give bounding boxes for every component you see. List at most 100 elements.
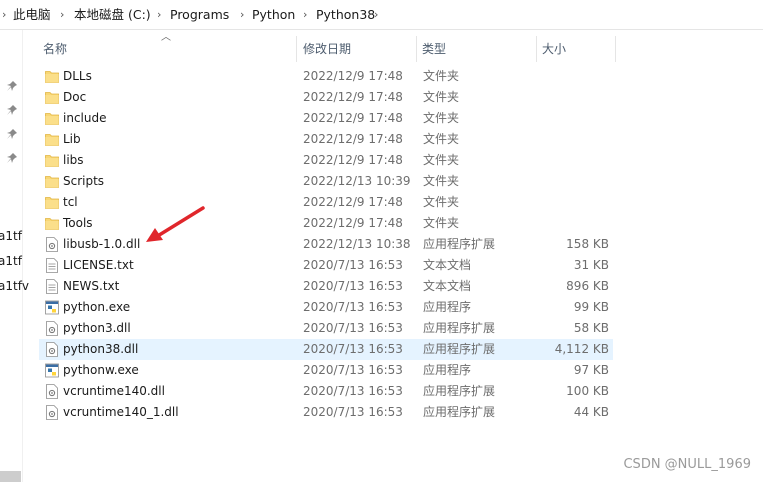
file-name: Lib	[63, 132, 81, 146]
file-name: NEWS.txt	[63, 279, 120, 293]
file-row[interactable]: vcruntime140_1.dll 2020/7/13 16:53 应用程序扩展 4…	[39, 402, 613, 423]
file-type: 文本文档	[423, 279, 472, 293]
column-header-size[interactable]: 大小	[542, 38, 566, 60]
column-divider[interactable]	[416, 36, 417, 62]
file-row[interactable]: vcruntime140.dll 2020/7/13 16:53 应用程序扩展 100…	[39, 381, 613, 402]
file-size: 99 KB	[573, 300, 609, 314]
chevron-right-icon: ›	[2, 8, 7, 21]
file-date: 2020/7/13 16:53	[303, 258, 403, 272]
file-row[interactable]: DLLs 2022/12/9 17:48 文件夹	[39, 66, 613, 87]
watermark: CSDN @NULL_1969	[623, 457, 751, 472]
file-size: 4,112 KB	[554, 342, 609, 356]
file-row[interactable]: tcl 2022/12/9 17:48 文件夹	[39, 192, 613, 213]
nav-item-label[interactable]: a1tf	[0, 229, 22, 243]
chevron-right-icon[interactable]: ›	[157, 0, 161, 30]
breadcrumb-programs[interactable]: Programs	[170, 0, 229, 30]
pin-icon[interactable]	[6, 104, 18, 116]
file-date: 2020/7/13 16:53	[303, 279, 403, 293]
address-bar[interactable]: › 此电脑 › 本地磁盘 (C:) › Programs › Python › …	[0, 0, 763, 30]
column-divider[interactable]	[615, 36, 616, 62]
file-size	[529, 171, 609, 192]
chevron-right-icon[interactable]: ›	[303, 0, 307, 30]
dll-file-icon	[45, 237, 59, 252]
file-row[interactable]: libs 2022/12/9 17:48 文件夹	[39, 150, 613, 171]
file-date: 2020/7/13 16:53	[303, 300, 403, 314]
file-type: 文件夹	[423, 90, 460, 104]
column-header-type[interactable]: 类型	[422, 38, 446, 60]
folder-icon	[45, 195, 59, 210]
file-name: Scripts	[63, 174, 105, 188]
file-size: 97 KB	[573, 363, 609, 377]
nav-item-label[interactable]: a1tf	[0, 254, 22, 268]
column-divider[interactable]	[296, 36, 297, 62]
file-date: 2020/7/13 16:53	[303, 405, 403, 419]
column-header-name[interactable]: 名称	[43, 38, 67, 60]
breadcrumb-python38[interactable]: Python38	[316, 0, 375, 30]
chevron-right-icon[interactable]: ›	[374, 0, 378, 30]
file-name: python.exe	[63, 300, 131, 314]
file-row[interactable]: Tools 2022/12/9 17:48 文件夹	[39, 213, 613, 234]
file-size: 58 KB	[573, 321, 609, 335]
file-size	[529, 108, 609, 129]
file-name: DLLs	[63, 69, 92, 83]
file-size: 100 KB	[566, 384, 609, 398]
folder-icon	[45, 216, 59, 231]
file-type: 应用程序扩展	[423, 405, 496, 419]
file-date: 2022/12/13 10:38	[303, 237, 411, 251]
breadcrumb-python[interactable]: Python	[252, 0, 295, 30]
file-row[interactable]: python.exe 2020/7/13 16:53 应用程序 99 KB	[39, 297, 613, 318]
file-date: 2020/7/13 16:53	[303, 384, 403, 398]
file-date: 2022/12/9 17:48	[303, 216, 403, 230]
file-date: 2020/7/13 16:53	[303, 321, 403, 335]
file-size	[529, 66, 609, 87]
file-type: 文件夹	[423, 174, 460, 188]
file-size: 896 KB	[566, 279, 609, 293]
file-row[interactable]: libusb-1.0.dll 2022/12/13 10:38 应用程序扩展 158 …	[39, 234, 613, 255]
file-size	[529, 87, 609, 108]
file-date: 2022/12/9 17:48	[303, 69, 403, 83]
pin-icon[interactable]	[6, 128, 18, 140]
file-name: libusb-1.0.dll	[63, 237, 141, 251]
file-row[interactable]: python3.dll 2020/7/13 16:53 应用程序扩展 58 KB	[39, 318, 613, 339]
file-date: 2020/7/13 16:53	[303, 363, 403, 377]
breadcrumb-this-pc[interactable]: 此电脑	[13, 0, 51, 30]
file-row[interactable]: Lib 2022/12/9 17:48 文件夹	[39, 129, 613, 150]
file-row[interactable]: LICENSE.txt 2020/7/13 16:53 文本文档 31 KB	[39, 255, 613, 276]
file-type: 应用程序扩展	[423, 342, 496, 356]
file-type: 应用程序	[423, 363, 472, 377]
file-row[interactable]: Doc 2022/12/9 17:48 文件夹	[39, 87, 613, 108]
file-row[interactable]: python38.dll 2020/7/13 16:53 应用程序扩展 4,112 K…	[39, 339, 613, 360]
text-file-icon	[45, 258, 59, 273]
chevron-right-icon[interactable]: ›	[240, 0, 244, 30]
breadcrumb-local-disk[interactable]: 本地磁盘 (C:)	[74, 0, 151, 30]
column-divider[interactable]	[536, 36, 537, 62]
file-size	[529, 150, 609, 171]
file-row[interactable]: NEWS.txt 2020/7/13 16:53 文本文档 896 KB	[39, 276, 613, 297]
pin-icon[interactable]	[6, 80, 18, 92]
file-row[interactable]: Scripts 2022/12/13 10:39 文件夹	[39, 171, 613, 192]
python-exe-icon	[45, 300, 59, 315]
file-type: 应用程序扩展	[423, 321, 496, 335]
pin-icon[interactable]	[6, 152, 18, 164]
file-type: 文件夹	[423, 153, 460, 167]
file-type: 应用程序扩展	[423, 237, 496, 251]
chevron-right-icon[interactable]: ›	[60, 0, 64, 30]
file-row[interactable]: pythonw.exe 2020/7/13 16:53 应用程序 97 KB	[39, 360, 613, 381]
file-type: 文件夹	[423, 195, 460, 209]
dll-file-icon	[45, 384, 59, 399]
file-size	[529, 129, 609, 150]
file-type: 应用程序扩展	[423, 384, 496, 398]
column-header-date[interactable]: 修改日期	[303, 38, 351, 60]
file-date: 2022/12/13 10:39	[303, 174, 411, 188]
file-type: 文本文档	[423, 258, 472, 272]
nav-scrollbar-thumb[interactable]	[0, 471, 21, 482]
file-date: 2020/7/13 16:53	[303, 342, 403, 356]
file-name: python38.dll	[63, 342, 139, 356]
file-date: 2022/12/9 17:48	[303, 132, 403, 146]
nav-item-label[interactable]: a1tfv	[0, 279, 29, 293]
file-size: 158 KB	[566, 237, 609, 251]
folder-icon	[45, 174, 59, 189]
file-row[interactable]: include 2022/12/9 17:48 文件夹	[39, 108, 613, 129]
dll-file-icon	[45, 321, 59, 336]
folder-icon	[45, 69, 59, 84]
